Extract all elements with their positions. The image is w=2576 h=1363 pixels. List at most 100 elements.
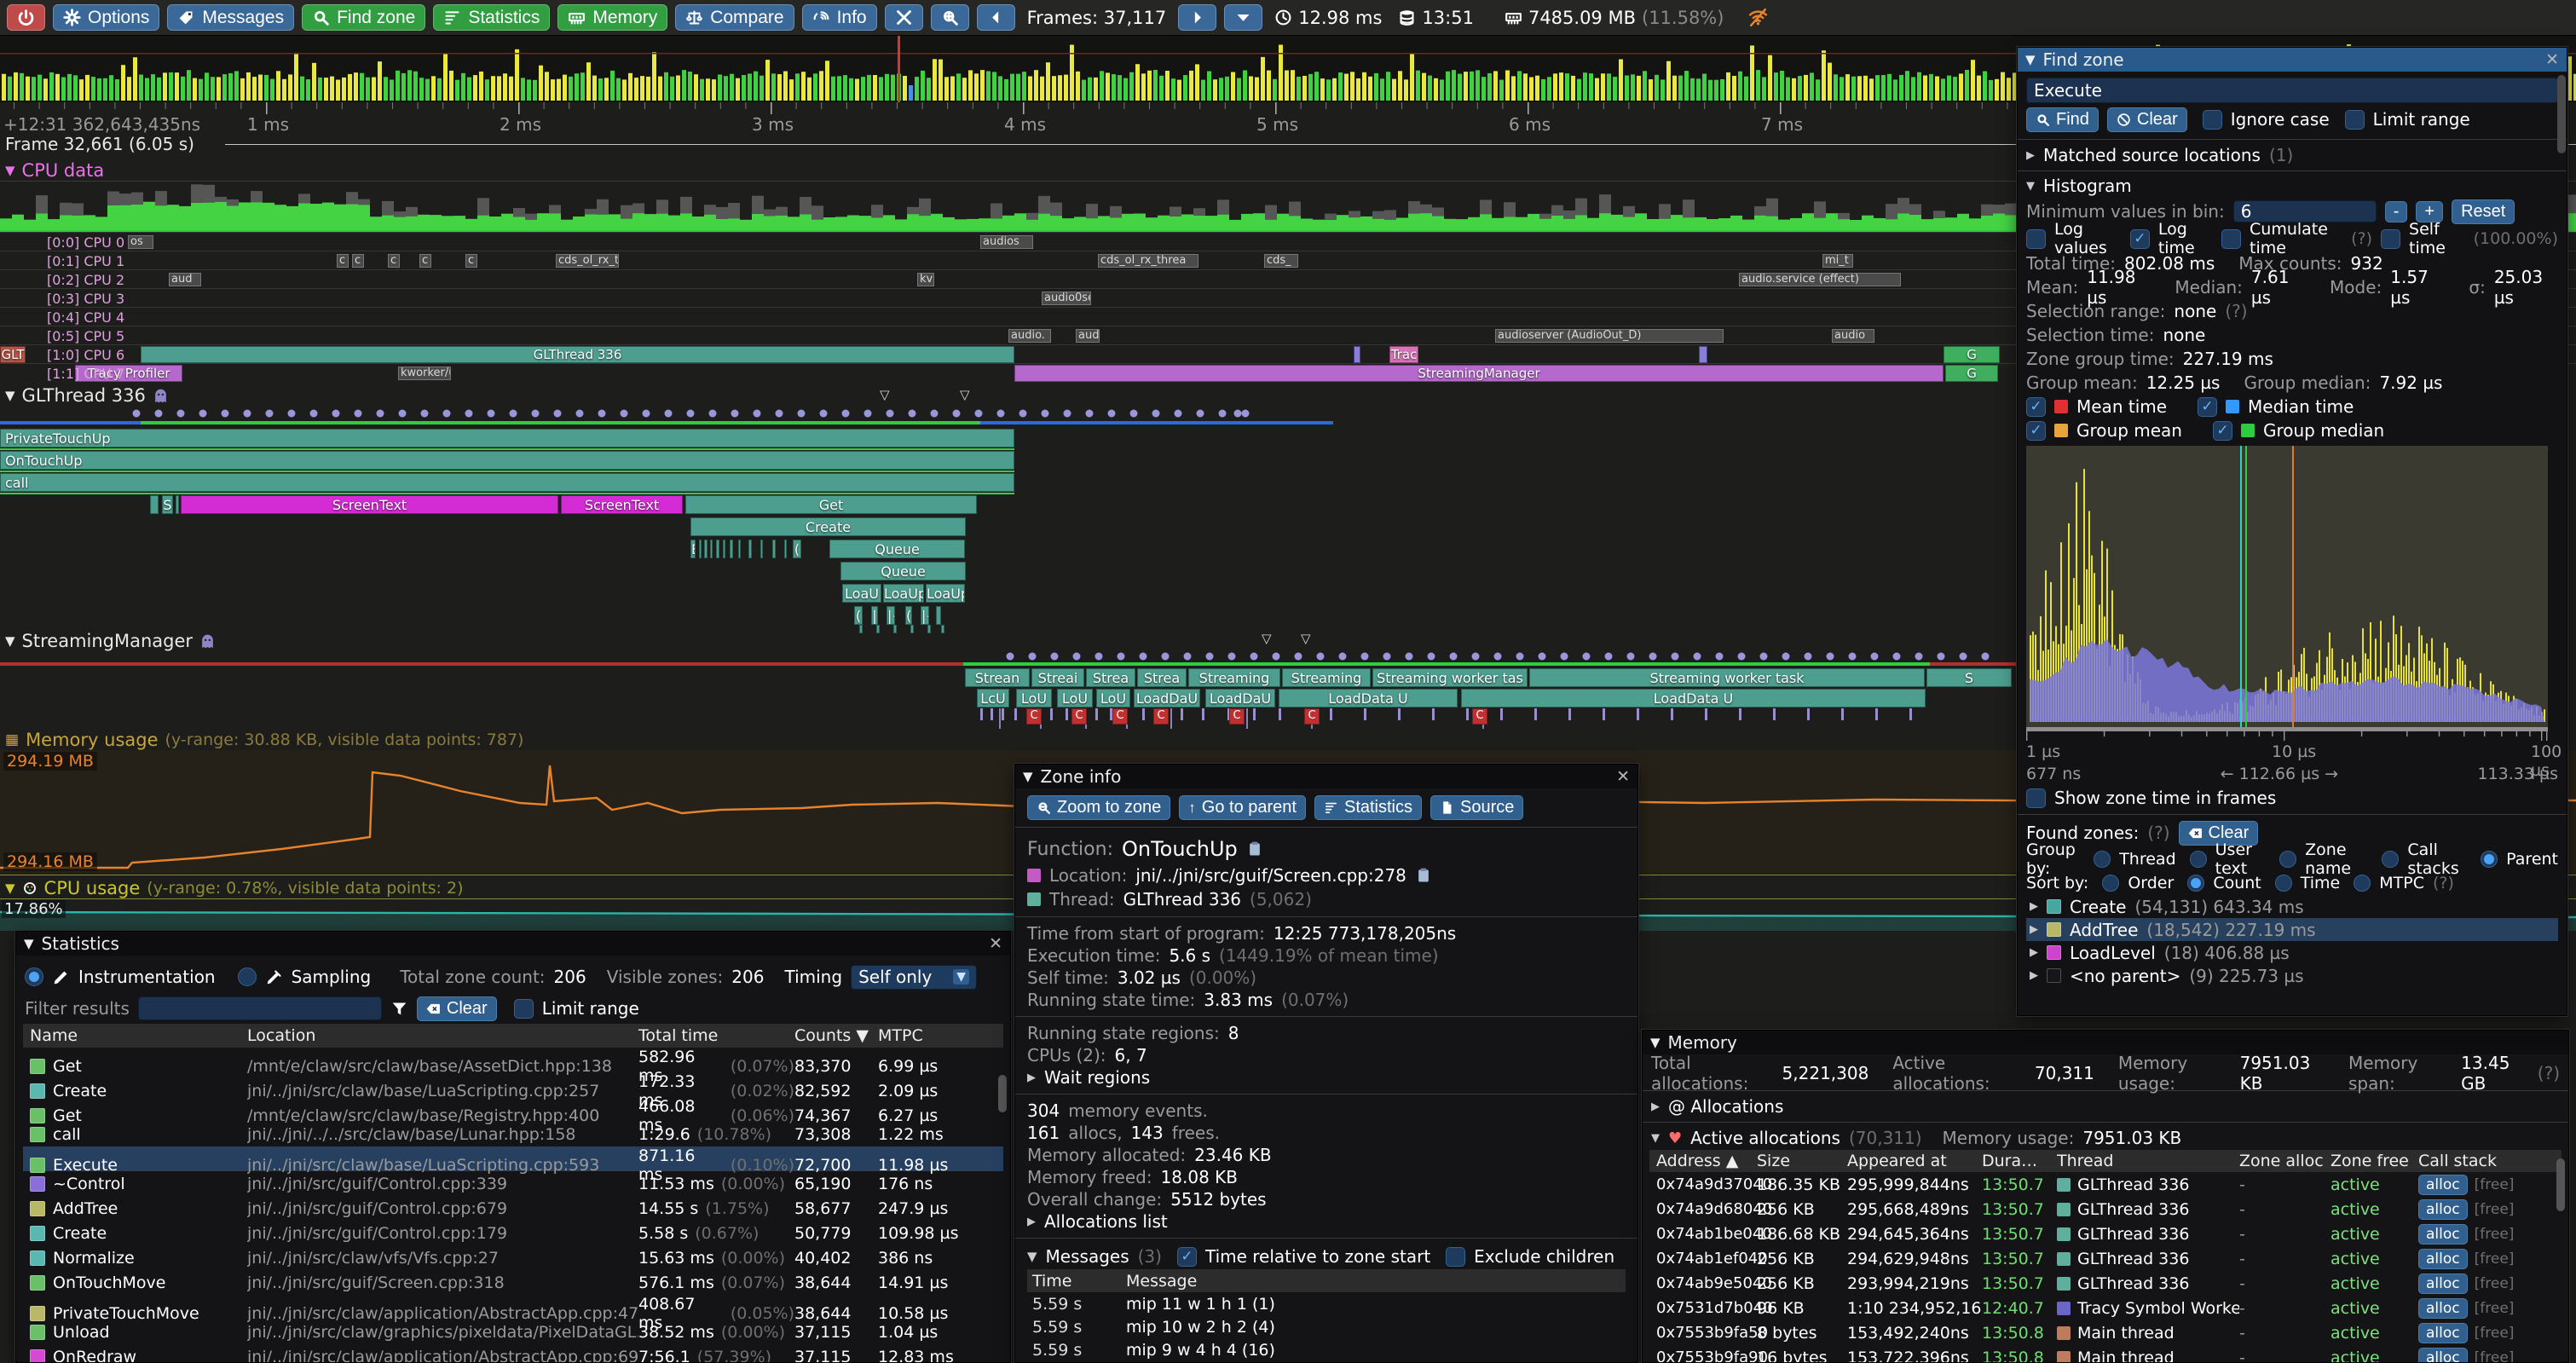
prev-frame-button[interactable] [977,4,1015,31]
allocations-group[interactable]: ▶@ Allocations [1651,1094,2560,1118]
zone-bar[interactable]: LoaUp [926,584,965,603]
table-row[interactable]: 0x7531d7b04096 KB1:10 234,952,16112:40.7… [1649,1296,2562,1320]
zone-bar[interactable]: LoU [1016,689,1052,707]
process-tag[interactable]: cds_ol_rx_thr [556,254,619,268]
zone-bar[interactable] [704,540,708,558]
message-row[interactable]: 5.59 smip 11 w 1 h 1 (1) [1027,1292,1626,1315]
zone-bar[interactable]: PrivateTouchUp [0,429,1014,448]
zone-bar[interactable] [936,606,941,625]
scrollbar[interactable] [998,1075,1007,1112]
zone-bar[interactable]: ScreenText [181,495,558,514]
process-tag[interactable]: c [352,254,364,268]
scrollbar[interactable] [2556,1158,2565,1211]
cpu-zone-bar[interactable]: G [1944,346,2000,363]
radio-thread[interactable] [2094,851,2111,868]
zone-bar[interactable] [927,625,931,633]
cpu-zone-bar[interactable]: Trac [1389,346,1418,363]
process-tag[interactable]: aud [169,273,201,286]
table-row[interactable]: 0x7553b9fa9016 bytes153,722,396ns13:50.8… [1649,1345,2562,1363]
find-button[interactable]: Find [2026,107,2099,132]
column-header[interactable]: Counts ▼ [794,1026,878,1045]
message-mark[interactable]: C [1112,708,1128,725]
zone-bar[interactable]: Streaming worker tas [1372,668,1528,687]
power-button[interactable] [7,4,45,31]
self-time-checkbox[interactable] [2381,229,2400,249]
glthread-header[interactable]: ▼GLThread 336 [5,385,169,406]
zone-bar[interactable]: ( [905,606,912,625]
zone-bar[interactable]: LoU [1096,689,1130,707]
zone-bar[interactable] [941,625,944,633]
message-row[interactable]: 5.59 smip 10 w 2 h 2 (4) [1027,1315,1626,1338]
process-tag[interactable]: audio0ser [1042,292,1091,305]
column-header[interactable]: Address ▲ [1656,1152,1757,1170]
bin-minus-button[interactable]: - [2385,201,2408,222]
zoom-button[interactable] [931,4,969,31]
zone-bar[interactable]: Streaming [1188,668,1280,687]
radio-mtpc[interactable] [2354,875,2371,892]
radio-time[interactable] [2275,875,2292,892]
process-tag[interactable]: cds_ [1264,254,1298,268]
column-header[interactable]: MTPC [878,1026,996,1045]
cpu-zone-bar[interactable]: G [1945,365,1998,382]
zone-bar[interactable]: LoaU [842,584,881,603]
alloc-callstack-button[interactable]: alloc [2418,1298,2468,1319]
zone-bar[interactable]: Strea [1137,668,1187,687]
zone-bar[interactable] [710,540,713,558]
table-row[interactable]: Createjni/../jni/src/claw/base/LuaScript… [23,1072,1003,1097]
alloc-callstack-button[interactable]: alloc [2418,1175,2468,1195]
zone-bar[interactable]: S [1926,668,2012,687]
exclude-children-checkbox[interactable] [1446,1247,1465,1267]
radio-user-text[interactable] [2190,851,2207,868]
message-mark[interactable]: C [1153,708,1169,725]
memory-button[interactable]: Memory [557,4,667,31]
zone-bar[interactable]: ( [793,540,801,558]
process-tag[interactable]: c [465,254,477,268]
sampling-radio[interactable] [238,967,257,986]
column-header[interactable]: Dura… [1982,1152,2057,1170]
bin-plus-button[interactable]: + [2416,201,2443,222]
column-header[interactable]: Name [30,1026,247,1045]
table-row[interactable]: Executejni/../jni/src/claw/base/LuaScrip… [23,1146,1003,1171]
zone-bar[interactable]: ScreenText [561,495,683,514]
zone-bar[interactable]: E [690,540,696,558]
zone-bar[interactable] [150,495,159,514]
message-marker[interactable]: ▽ [1301,631,1311,646]
legend-checkbox[interactable]: ✓ [2026,397,2046,417]
table-row[interactable]: Get/mnt/e/claw/src/claw/base/AssetDict.h… [23,1048,1003,1072]
find-zone-input[interactable]: Execute [2026,78,2558,103]
zone-bar[interactable]: LcU [977,689,1009,707]
close-icon[interactable]: ✕ [2545,50,2559,69]
column-header[interactable]: Thread [2057,1152,2239,1170]
table-row[interactable]: 0x7553b9fa508 bytes153,492,240ns13:50.8M… [1649,1320,2562,1345]
clear-find-button[interactable]: Clear [2107,107,2187,132]
message-marker[interactable]: ▽ [960,387,970,402]
column-header[interactable]: Message [1126,1272,1620,1291]
cpu-zone-bar[interactable]: StreamingManager [1014,365,1944,382]
legend-checkbox[interactable]: ✓ [2026,421,2046,441]
memory-usage-header[interactable]: ▦Memory usage (y-range: 30.88 KB, visibl… [5,730,523,750]
zone-bar[interactable] [699,540,702,558]
zone-bar[interactable] [748,540,752,558]
zone-bar[interactable] [876,625,880,633]
found-zone-row[interactable]: ▶Create(54,131) 643.34 ms [2026,895,2558,918]
zone-bar[interactable]: Get [685,495,977,514]
legend-checkbox[interactable]: ✓ [2198,397,2217,417]
zone-bar[interactable]: Queue [840,562,966,580]
zone-bar[interactable] [176,495,179,514]
message-mark[interactable]: C [1071,708,1087,725]
zone-bar[interactable]: S [162,495,173,514]
process-tag[interactable]: cds_ol_rx_threa [1098,254,1198,268]
zone-bar[interactable]: |~ [887,606,895,625]
process-tag[interactable]: audioserver (AudioOut_D) [1495,329,1724,343]
column-header[interactable]: Location [247,1026,638,1045]
process-tag[interactable]: c [388,254,400,268]
process-tag[interactable]: kworker/u [398,367,451,380]
table-row[interactable]: AddTreejni/../jni/src/guif/Control.cpp:6… [23,1196,1003,1221]
zone-bar[interactable] [893,625,897,633]
message-mark[interactable]: C [1304,708,1320,725]
message-mark[interactable]: C [1229,708,1245,725]
table-row[interactable]: OnRedrawjni/../jni/src/claw/application/… [23,1344,1003,1363]
cpu-zone-bar[interactable]: GLThread 336 [141,346,1014,363]
find-zone-button[interactable]: Find zone [302,4,425,31]
zone-bar[interactable]: LoadDaU [1205,689,1275,707]
